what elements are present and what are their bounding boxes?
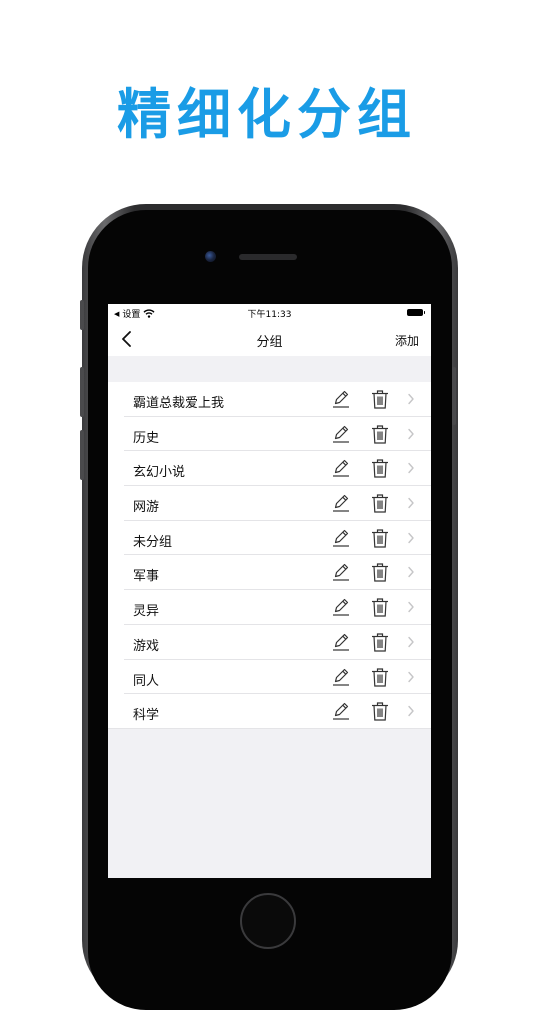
edit-pencil-icon[interactable] [331,701,351,721]
phone-volume-down [80,430,84,480]
add-button[interactable]: 添加 [395,332,419,349]
chevron-right-icon [408,532,414,543]
group-name: 军事 [133,569,160,585]
delete-trash-icon[interactable] [371,493,389,513]
delete-trash-icon[interactable] [371,632,389,652]
edit-pencil-icon[interactable] [331,493,351,513]
status-time: 下午11:33 [247,310,292,320]
group-list: 霸道总裁爱上我 历史 玄幻小说 网游 未分组 军事 灵异 游戏 同人 科学 [108,382,431,729]
chevron-right-icon [408,497,414,509]
phone-mute-switch [80,300,84,330]
delete-trash-icon[interactable] [371,701,389,721]
group-name: 游戏 [133,638,160,654]
group-name: 同人 [133,673,160,689]
group-row[interactable]: 军事 [108,555,431,591]
group-name: 科学 [133,708,160,724]
delete-trash-icon[interactable] [371,528,389,548]
page-title: 分组 [256,335,283,350]
group-row[interactable]: 同人 [108,660,431,695]
group-row[interactable]: 科学 [108,694,431,729]
row-divider [108,727,431,729]
group-name: 霸道总裁爱上我 [133,396,225,411]
delete-trash-icon[interactable] [371,562,389,583]
edit-pencil-icon[interactable] [331,528,351,548]
group-name: 灵异 [133,604,160,620]
edit-pencil-icon[interactable] [331,632,351,652]
phone-power-button [452,367,456,425]
front-camera [205,251,216,262]
group-row[interactable]: 历史 [108,417,431,452]
group-row[interactable]: 霸道总裁爱上我 [108,382,431,417]
group-row[interactable]: 灵异 [108,590,431,625]
group-row[interactable]: 未分组 [108,521,431,556]
group-row[interactable]: 网游 [108,486,431,521]
edit-pencil-icon[interactable] [331,424,351,444]
delete-trash-icon[interactable] [371,667,389,687]
home-button[interactable] [240,893,296,949]
edit-pencil-icon[interactable] [331,389,351,409]
chevron-right-icon [408,393,414,405]
chevron-right-icon [408,601,414,613]
edit-pencil-icon[interactable] [331,458,351,478]
group-name: 未分组 [133,534,173,550]
phone-screen: ◀ 设置 下午11:33 分组 添加 霸道总裁爱上我 历史 玄幻小说 网游 未分… [108,304,431,878]
edit-pencil-icon[interactable] [331,667,351,687]
chevron-right-icon [408,567,414,578]
chevron-right-icon [408,705,414,717]
chevron-right-icon [408,428,414,439]
group-row[interactable]: 游戏 [108,625,431,660]
edit-pencil-icon[interactable] [331,562,351,582]
delete-trash-icon[interactable] [371,389,389,409]
group-name: 网游 [133,500,160,516]
chevron-right-icon [408,636,414,648]
chevron-right-icon [408,463,414,474]
chevron-right-icon [408,671,414,682]
delete-trash-icon[interactable] [371,597,389,617]
status-bar: ◀ 设置 下午11:33 [108,304,431,322]
delete-trash-icon[interactable] [371,458,389,478]
battery-icon [407,309,425,316]
earpiece-speaker [239,254,297,260]
phone-volume-up [80,367,84,417]
group-row[interactable]: 玄幻小说 [108,451,431,487]
navigation-bar: 分组 添加 [108,322,431,356]
group-name: 玄幻小说 [133,465,186,481]
edit-pencil-icon[interactable] [331,597,351,617]
group-name: 历史 [133,430,160,446]
delete-trash-icon[interactable] [371,424,389,444]
promo-headline: 精细化分组 [117,83,417,146]
